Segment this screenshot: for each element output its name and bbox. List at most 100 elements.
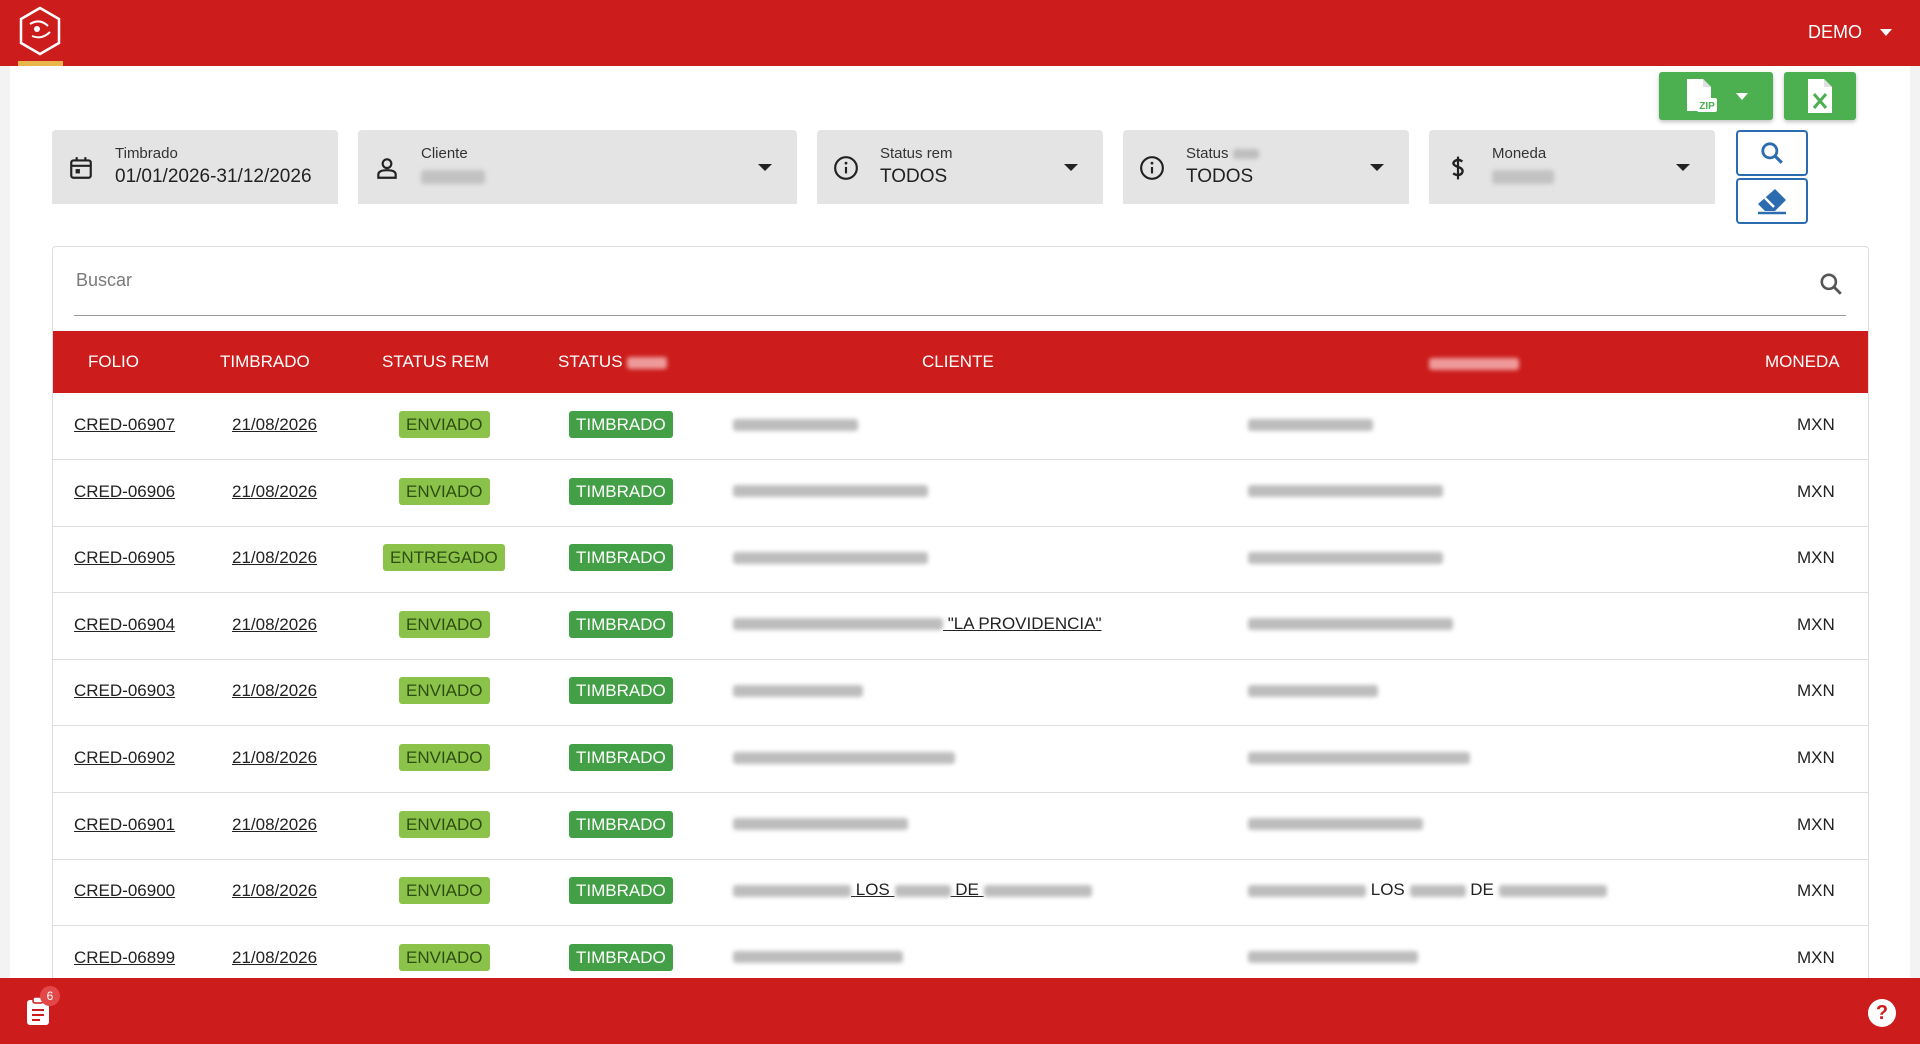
column-header-timbrado[interactable]: TIMBRADO bbox=[220, 352, 310, 372]
folio-link[interactable]: CRED-06901 bbox=[74, 815, 175, 835]
folio-link[interactable]: CRED-06903 bbox=[74, 681, 175, 701]
cliente-link[interactable] bbox=[733, 814, 908, 834]
redacted-text bbox=[1248, 751, 1470, 764]
receptor-cell: LOS DE bbox=[1248, 880, 1607, 900]
filter-moneda[interactable]: Moneda bbox=[1429, 130, 1715, 204]
cliente-link[interactable]: "LA PROVIDENCIA" bbox=[733, 614, 1102, 634]
filter-timbrado[interactable]: Timbrado 01/01/2026-31/12/2026 bbox=[52, 130, 338, 204]
moneda-cell: MXN bbox=[1797, 681, 1835, 701]
folio-link[interactable]: CRED-06907 bbox=[74, 415, 175, 435]
table-row[interactable]: CRED-06906 21/08/2026 ENVIADO TIMBRADO MXN bbox=[53, 460, 1868, 527]
timbrado-date-link[interactable]: 21/08/2026 bbox=[232, 548, 317, 568]
file-zip-icon: ZIP bbox=[1687, 79, 1717, 112]
search-input[interactable] bbox=[74, 269, 1778, 292]
status-rem-badge: ENVIADO bbox=[399, 411, 490, 438]
redacted-text bbox=[983, 884, 1092, 897]
timbrado-date-link[interactable]: 21/08/2026 bbox=[232, 615, 317, 635]
search-field[interactable] bbox=[74, 247, 1846, 316]
search-icon bbox=[1761, 142, 1783, 164]
table-row[interactable]: CRED-06907 21/08/2026 ENVIADO TIMBRADO MXN bbox=[53, 393, 1868, 460]
notification-badge: 6 bbox=[40, 986, 60, 1006]
folio-link[interactable]: CRED-06902 bbox=[74, 748, 175, 768]
filter-value: TODOS bbox=[1186, 166, 1254, 187]
app-logo-icon[interactable] bbox=[18, 6, 62, 56]
redacted-text bbox=[1248, 551, 1443, 564]
table-row[interactable]: CRED-06901 21/08/2026 ENVIADO TIMBRADO MXN bbox=[53, 793, 1868, 860]
file-excel-icon bbox=[1808, 79, 1832, 113]
cliente-word: LOS bbox=[855, 880, 890, 900]
timbrado-date-link[interactable]: 21/08/2026 bbox=[232, 748, 317, 768]
filter-label: Status bbox=[1186, 145, 1259, 162]
redacted-text bbox=[1409, 884, 1466, 897]
cliente-link[interactable] bbox=[733, 680, 863, 700]
cliente-link[interactable] bbox=[733, 481, 928, 501]
table-row[interactable]: CRED-06905 21/08/2026 ENTREGADO TIMBRADO MXN bbox=[53, 526, 1868, 594]
column-header-status[interactable]: STATUS bbox=[558, 352, 668, 372]
timbrado-date-link[interactable]: 21/08/2026 bbox=[232, 948, 317, 968]
status-badge: TIMBRADO bbox=[569, 810, 673, 838]
moneda-cell: MXN bbox=[1797, 814, 1835, 834]
redacted-text bbox=[733, 485, 928, 498]
dollar-icon bbox=[1452, 156, 1464, 180]
cliente-link[interactable] bbox=[733, 414, 858, 434]
folio-link[interactable]: CRED-06904 bbox=[74, 615, 175, 635]
redacted-text bbox=[1248, 884, 1366, 897]
column-header-moneda[interactable]: MONEDA bbox=[1765, 352, 1840, 372]
info-icon bbox=[834, 156, 858, 180]
export-zip-button[interactable]: ZIP bbox=[1659, 72, 1773, 120]
table-row[interactable]: CRED-06900 21/08/2026 ENVIADO TIMBRADO LOS … bbox=[53, 859, 1868, 927]
cliente-link[interactable]: LOS DE bbox=[733, 880, 1092, 900]
moneda-cell: MXN bbox=[1797, 614, 1835, 634]
filter-status[interactable]: Status TODOS bbox=[1123, 130, 1409, 204]
status-rem-badge: ENVIADO bbox=[399, 877, 490, 905]
column-header-receptor[interactable] bbox=[1429, 353, 1519, 373]
status-badge: TIMBRADO bbox=[569, 744, 673, 771]
user-menu[interactable]: DEMO bbox=[1808, 22, 1892, 43]
help-icon[interactable]: ? bbox=[1868, 999, 1896, 1027]
filter-status-rem[interactable]: Status rem TODOS bbox=[817, 130, 1103, 204]
cliente-suffix: "LA PROVIDENCIA" bbox=[947, 613, 1102, 633]
status-badge: TIMBRADO bbox=[569, 411, 673, 438]
dropdown-arrow-icon bbox=[1676, 164, 1690, 171]
timbrado-date-link[interactable]: 21/08/2026 bbox=[232, 681, 317, 701]
filter-label: Timbrado bbox=[115, 145, 178, 162]
cliente-link[interactable] bbox=[733, 547, 928, 567]
redacted-text bbox=[1232, 149, 1259, 160]
timbrado-date-link[interactable]: 21/08/2026 bbox=[232, 415, 317, 435]
column-header-folio[interactable]: FOLIO bbox=[88, 352, 139, 372]
timbrado-date-link[interactable]: 21/08/2026 bbox=[232, 815, 317, 835]
receptor-cell bbox=[1248, 547, 1443, 567]
timbrado-date-link[interactable]: 21/08/2026 bbox=[232, 881, 317, 901]
receptor-cell bbox=[1248, 747, 1470, 767]
dropdown-arrow-icon bbox=[1370, 164, 1384, 171]
folio-link[interactable]: CRED-06906 bbox=[74, 482, 175, 502]
folio-link[interactable]: CRED-06900 bbox=[74, 881, 175, 901]
redacted-text bbox=[1248, 818, 1423, 831]
clear-filters-button[interactable] bbox=[1736, 178, 1808, 224]
folio-link[interactable]: CRED-06905 bbox=[74, 548, 175, 568]
top-bar: DEMO bbox=[0, 0, 1920, 66]
search-button[interactable] bbox=[1736, 130, 1808, 176]
table-header: FOLIO TIMBRADO STATUS REM STATUS CLIENTE… bbox=[53, 331, 1868, 393]
search-icon[interactable] bbox=[1818, 271, 1844, 297]
bottom-bar: 6 ? bbox=[0, 978, 1920, 1044]
filter-label: Moneda bbox=[1492, 145, 1547, 162]
status-rem-badge: ENVIADO bbox=[399, 477, 490, 505]
table-row[interactable]: CRED-06904 21/08/2026 ENVIADO TIMBRADO "LA … bbox=[53, 593, 1868, 660]
folio-link[interactable]: CRED-06899 bbox=[74, 948, 175, 968]
export-excel-button[interactable] bbox=[1784, 72, 1856, 120]
filter-cliente[interactable]: Cliente bbox=[358, 130, 797, 204]
table-row[interactable]: CRED-06903 21/08/2026 ENVIADO TIMBRADO MXN bbox=[53, 659, 1868, 727]
cliente-link[interactable] bbox=[733, 747, 955, 767]
redacted-text bbox=[733, 684, 863, 697]
cliente-link[interactable] bbox=[733, 947, 903, 967]
status-badge: TIMBRADO bbox=[569, 610, 673, 638]
filter-label: Status rem bbox=[880, 145, 953, 162]
receptor-cell bbox=[1248, 614, 1453, 634]
timbrado-date-link[interactable]: 21/08/2026 bbox=[232, 482, 317, 502]
column-header-cliente[interactable]: CLIENTE bbox=[922, 352, 994, 372]
column-header-status-rem[interactable]: STATUS REM bbox=[382, 352, 489, 372]
redacted-value bbox=[1492, 170, 1554, 184]
table-row[interactable]: CRED-06902 21/08/2026 ENVIADO TIMBRADO MXN bbox=[53, 726, 1868, 793]
redacted-text bbox=[1248, 951, 1418, 964]
